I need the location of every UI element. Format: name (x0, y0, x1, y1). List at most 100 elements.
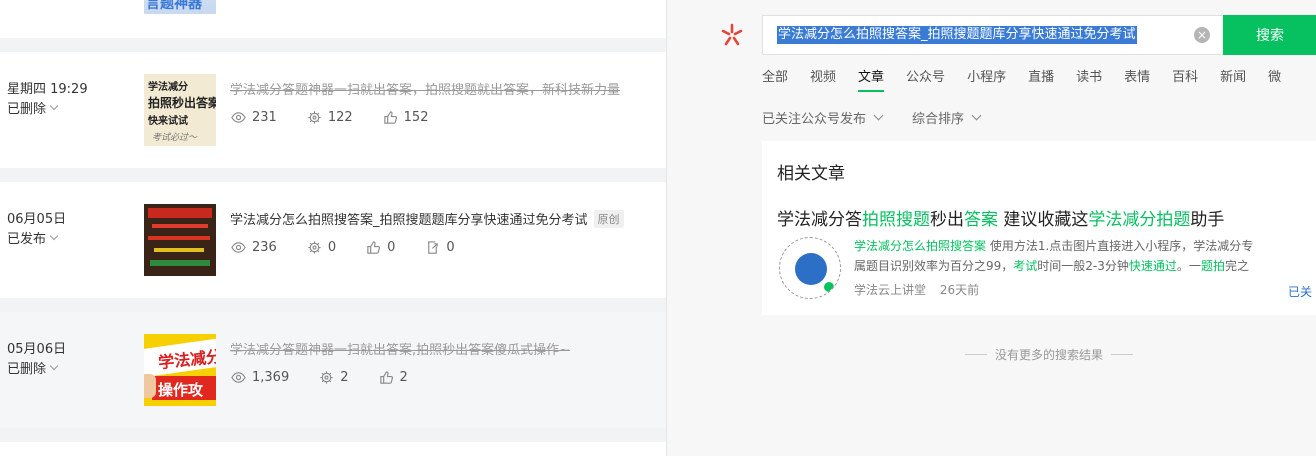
result-time: 26天前 (939, 283, 980, 297)
share-icon (428, 241, 439, 254)
thumb-up-icon (379, 371, 393, 384)
article-row-1: 星期四 19:29 已删除 学法减分 拍照秒出答案 快来试试 考试必过～ 学法减… (0, 52, 666, 168)
search-button[interactable]: 搜索 (1223, 15, 1316, 55)
like-count-value: 0 (387, 240, 396, 255)
article-stats: 236 0 0 0 (231, 240, 485, 255)
follow-status-link[interactable]: 已关 (1288, 283, 1312, 300)
like-count-value: 2 (399, 370, 408, 385)
article-status-dropdown[interactable]: 已删除 (7, 358, 59, 377)
tab-stickers[interactable]: 表情 (1124, 66, 1150, 92)
tab-encyclopedia[interactable]: 百科 (1172, 66, 1198, 92)
eye-icon (231, 242, 246, 253)
article-thumbnail[interactable]: 言题神器 (144, 0, 216, 14)
search-panel: 学法减分怎么拍照搜答案_拍照搜题题库分享快速通过免分考试 × 搜索 全部 视频 … (666, 0, 1316, 456)
article-row-3: 05月06日 已删除 学法减分 操作攻 学法减分答题神器一扫就出答案,拍照秒出答… (0, 312, 666, 428)
text-segment: 助手 (1190, 210, 1225, 230)
article-stats: 1,369 2 2 (231, 370, 438, 385)
text-segment: 时间一般2-3分钟 (1037, 259, 1129, 273)
no-more-results: 没有更多的搜索结果 (957, 346, 1141, 363)
article-date: 06月05日 (7, 212, 67, 227)
view-count: 1,369 (231, 370, 289, 385)
chevron-down-icon (49, 231, 59, 240)
tab-more[interactable]: 微 (1268, 66, 1281, 92)
text-segment: 建议收藏这 (998, 210, 1089, 230)
filter-label: 综合排序 (912, 112, 965, 127)
article-thumbnail[interactable]: 学法减分 拍照秒出答案 快来试试 考试必过～ (144, 74, 216, 146)
tab-all[interactable]: 全部 (762, 66, 788, 92)
thumbnail-text: 言题神器 (146, 0, 202, 12)
gear-icon (320, 371, 333, 384)
followed-accounts-filter[interactable]: 已关注公众号发布 (762, 108, 884, 127)
forward-count-value: 0 (446, 240, 455, 255)
text-segment: 秒出 (930, 210, 964, 230)
close-circle-icon[interactable]: × (1194, 27, 1210, 43)
view-count-value: 231 (252, 110, 277, 125)
article-stats: 231 122 152 (231, 110, 458, 125)
highlight-text: 考试 (1013, 259, 1038, 273)
share-count-value: 122 (327, 110, 353, 125)
view-count: 231 (231, 110, 277, 125)
highlight-text: 学法减分拍题 (1088, 210, 1191, 230)
article-title[interactable]: 学法减分答题神器一扫就出答案，拍照搜题就出答案，新科技新力量 (230, 79, 666, 98)
article-thumbnail[interactable] (144, 204, 216, 276)
article-title-text: 学法减分怎么拍照搜答案_拍照搜题题库分享快速通过免分考试 (230, 213, 588, 228)
tab-news[interactable]: 新闻 (1220, 66, 1246, 92)
filter-label: 已关注公众号发布 (762, 112, 867, 127)
chevron-down-icon (971, 110, 982, 121)
result-source[interactable]: 学法云上讲堂 (854, 283, 926, 297)
search-query-text: 学法减分怎么拍照搜答案_拍照搜题题库分享快速通过免分考试 (777, 26, 1137, 44)
sort-filter[interactable]: 综合排序 (912, 108, 982, 127)
thumbnail-text: 学法减分 (148, 82, 188, 93)
section-heading: 相关文章 (777, 164, 845, 184)
article-status-label: 已删除 (7, 362, 47, 377)
text-segment: 属题目识别效率为百分之99， (854, 259, 1014, 273)
view-count: 236 (231, 240, 277, 255)
result-meta: 学法云上讲堂 26天前 (854, 281, 989, 298)
qr-code-image[interactable] (779, 237, 841, 299)
article-date: 05月06日 (7, 342, 67, 357)
chevron-down-icon (49, 361, 59, 370)
like-count: 0 (366, 240, 395, 255)
chevron-down-icon (873, 110, 884, 121)
tab-video[interactable]: 视频 (810, 66, 836, 92)
tab-mini-program[interactable]: 小程序 (967, 66, 1006, 92)
result-title[interactable]: 学法减分答拍照搜题秒出答案 建议收藏这学法减分拍题助手 (777, 205, 1224, 230)
share-count: 0 (307, 240, 336, 255)
tab-reading[interactable]: 读书 (1076, 66, 1102, 92)
highlight-text: 题拍 (1200, 259, 1225, 273)
tab-article[interactable]: 文章 (858, 66, 885, 92)
share-count: 122 (307, 110, 353, 125)
eye-icon (231, 372, 246, 383)
highlight-text: 答案 (964, 210, 998, 230)
article-title[interactable]: 学法减分答题神器一扫就出答案,拍照秒出答案傻瓜式操作~ (230, 339, 666, 358)
search-filters: 已关注公众号发布 综合排序 (762, 108, 1010, 127)
original-tag: 原创 (593, 210, 624, 228)
search-tabs: 全部 视频 文章 公众号 小程序 直播 读书 表情 百科 新闻 微 (762, 66, 1303, 92)
gear-icon (308, 241, 321, 254)
highlight-text: 拍照搜题 (862, 210, 930, 230)
highlight-text: 快速通过 (1128, 259, 1177, 273)
view-count-value: 1,369 (252, 370, 290, 385)
tab-live[interactable]: 直播 (1028, 66, 1054, 92)
article-thumbnail[interactable]: 学法减分 操作攻 (144, 334, 216, 406)
wechat-search-logo-icon (721, 23, 743, 46)
text-segment: 使用方法1.点击图片直接进入小程序，学法减分专 (986, 239, 1254, 253)
share-count-value: 0 (327, 240, 337, 255)
article-status-dropdown[interactable]: 已删除 (7, 98, 59, 117)
like-count-value: 152 (403, 110, 429, 125)
tab-official-account[interactable]: 公众号 (906, 66, 945, 92)
gear-icon (308, 111, 321, 124)
search-input[interactable]: 学法减分怎么拍照搜答案_拍照搜题题库分享快速通过免分考试 × (762, 15, 1224, 55)
thumb-up-icon (367, 241, 381, 254)
text-segment: 。一 (1176, 259, 1201, 273)
text-segment: 学法减分答 (777, 210, 862, 230)
article-row-partial: 言题神器 (0, 0, 666, 38)
snippet-line: 学法减分怎么拍照搜答案 使用方法1.点击图片直接进入小程序，学法减分专 (854, 236, 1316, 256)
share-count: 2 (319, 370, 349, 385)
article-status-dropdown[interactable]: 已发布 (7, 228, 59, 247)
article-list-panel: 言题神器 星期四 19:29 已删除 学法减分 拍照秒出答案 快来试试 考试必过… (0, 0, 666, 456)
article-status-label: 已发布 (7, 232, 47, 247)
eye-icon (231, 112, 246, 123)
article-title[interactable]: 学法减分怎么拍照搜答案_拍照搜题题库分享快速通过免分考试 原创 (230, 209, 666, 228)
highlight-text: 学法减分怎么拍照搜答案 (854, 239, 987, 253)
